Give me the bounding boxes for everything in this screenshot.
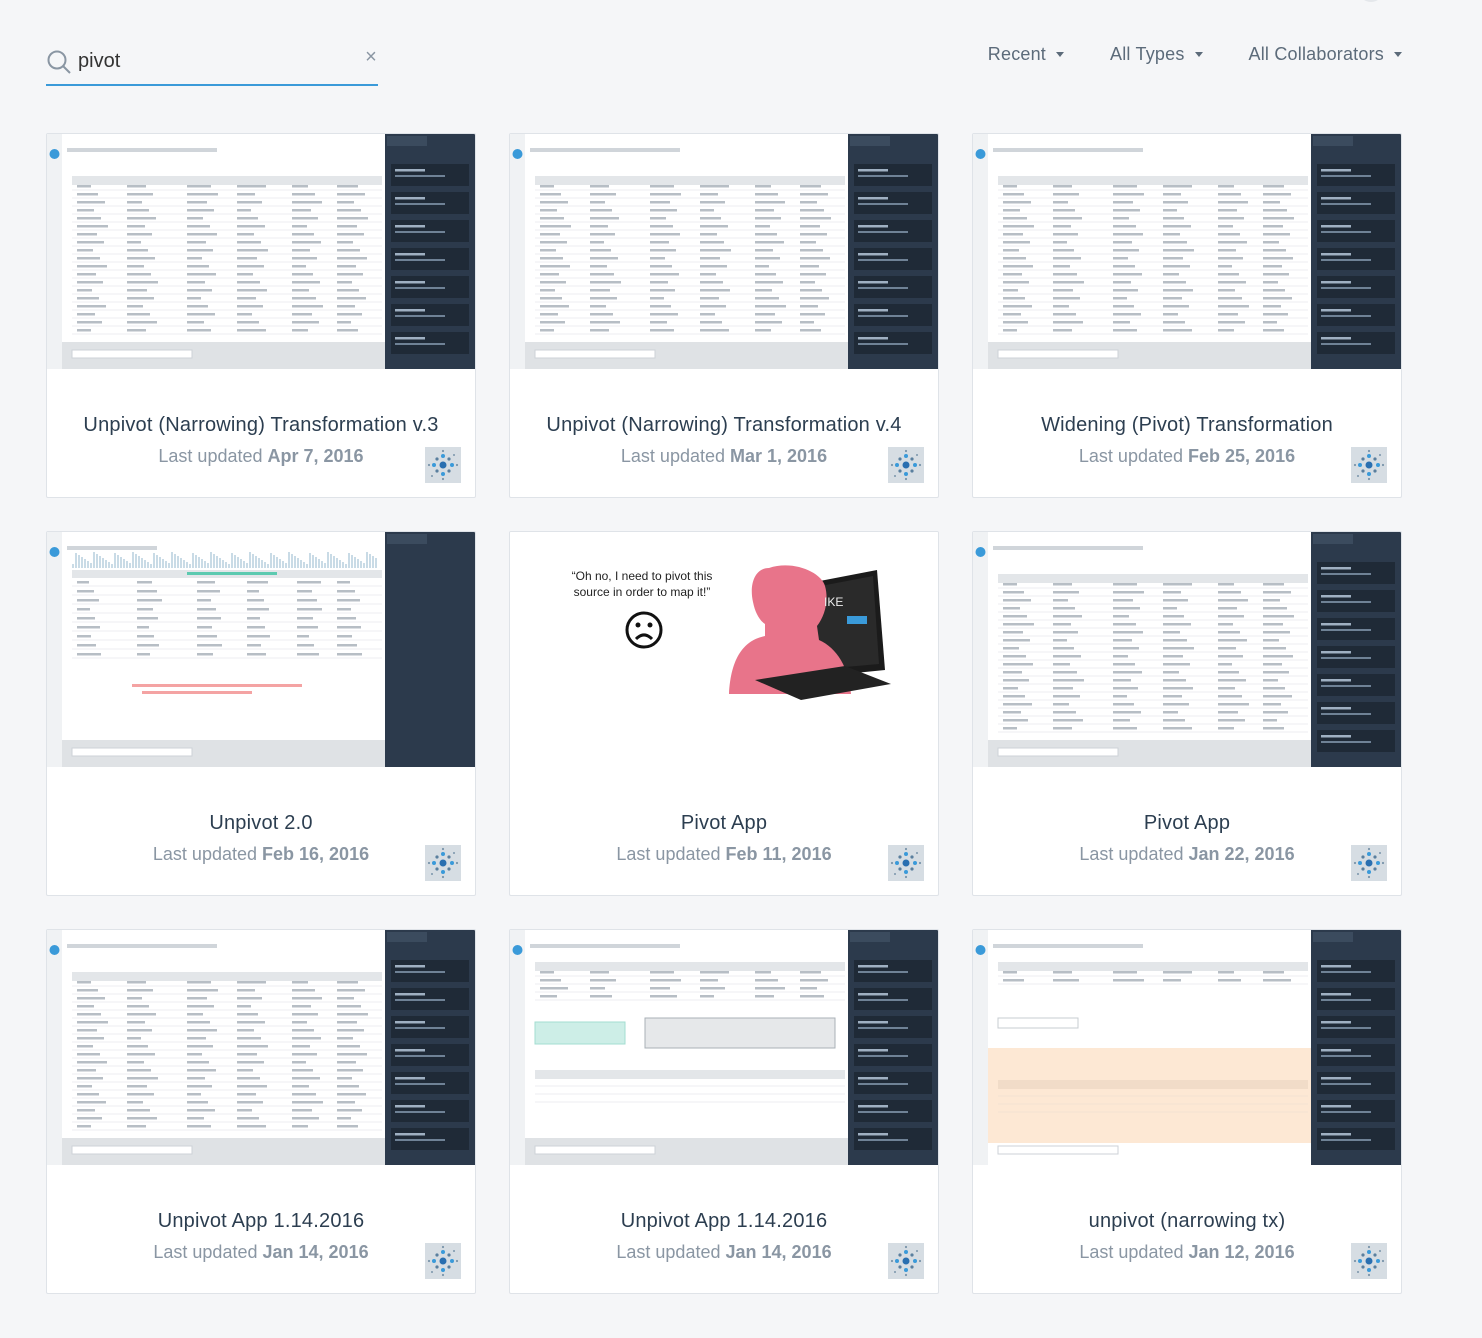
project-card[interactable]: Unpivot App 1.14.2016 Last updated Jan 1… [509, 929, 939, 1294]
project-thumbnail [510, 134, 938, 369]
last-updated: Last updated Feb 11, 2016 [510, 844, 938, 865]
last-updated: Last updated Apr 7, 2016 [47, 446, 475, 467]
last-updated: Last updated Jan 14, 2016 [510, 1242, 938, 1263]
last-updated-prefix: Last updated [1078, 446, 1183, 466]
last-updated-date: Feb 16, 2016 [262, 844, 370, 864]
owner-avatar-icon [425, 845, 461, 881]
last-updated-date: Jan 22, 2016 [1188, 844, 1295, 864]
filter-bar: Recent All Types All Collaborators [988, 44, 1402, 65]
project-title: Unpivot App 1.14.2016 [157, 1210, 365, 1232]
project-title: Widening (Pivot) Transformation [1041, 414, 1333, 436]
thumbnail-preview-graphic [47, 930, 475, 1165]
project-grid: Unpivot (Narrowing) Transformation v.3 L… [46, 133, 1402, 1294]
project-title: Unpivot App 1.14.2016 [620, 1210, 828, 1232]
last-updated-date: Mar 1, 2016 [730, 446, 828, 466]
last-updated: Last updated Jan 22, 2016 [973, 844, 1401, 865]
search-box: × [46, 40, 378, 86]
thumbnail-preview-graphic [973, 532, 1401, 767]
project-card[interactable]: Unpivot 2.0 Last updated Feb 16, 2016 [46, 531, 476, 896]
project-title: Unpivot (Narrowing) Transformation v.3 [83, 414, 439, 436]
project-card[interactable]: Widening (Pivot) Transformation Last upd… [972, 133, 1402, 498]
last-updated-prefix: Last updated [158, 446, 263, 466]
illustration-quote: “Oh no, I need to pivot this source in o… [571, 569, 713, 599]
project-thumbnail [973, 930, 1401, 1165]
project-card[interactable]: “Oh no, I need to pivot this source in o… [509, 531, 939, 896]
last-updated-date: Apr 7, 2016 [267, 446, 364, 466]
caret-down-icon [1394, 52, 1402, 57]
laptop-label: IKE [824, 595, 844, 609]
project-thumbnail [47, 134, 475, 369]
last-updated: Last updated Feb 25, 2016 [973, 446, 1401, 467]
project-title: unpivot (narrowing tx) [1088, 1210, 1286, 1232]
last-updated: Last updated Mar 1, 2016 [510, 446, 938, 467]
project-card[interactable]: Unpivot (Narrowing) Transformation v.3 L… [46, 133, 476, 498]
caret-down-icon [1194, 52, 1203, 57]
last-updated-prefix: Last updated [620, 446, 725, 466]
last-updated: Last updated Jan 12, 2016 [973, 1242, 1401, 1263]
last-updated-prefix: Last updated [616, 844, 721, 864]
last-updated-prefix: Last updated [1079, 844, 1184, 864]
project-thumbnail [973, 134, 1401, 369]
last-updated-date: Jan 14, 2016 [725, 1242, 832, 1262]
project-card[interactable]: unpivot (narrowing tx) Last updated Jan … [972, 929, 1402, 1294]
thumbnail-preview-graphic [47, 532, 475, 767]
collaborator-filter-dropdown[interactable]: All Collaborators [1249, 44, 1402, 65]
owner-avatar-icon [888, 845, 924, 881]
sort-recent-label: Recent [987, 44, 1047, 64]
project-thumbnail [973, 532, 1401, 767]
sad-face-icon [625, 611, 663, 649]
project-title: Unpivot (Narrowing) Transformation v.4 [546, 414, 902, 436]
project-card[interactable]: Unpivot (Narrowing) Transformation v.4 L… [509, 133, 939, 498]
corner-avatar-edge [1358, 0, 1384, 2]
owner-avatar-icon [1351, 1243, 1387, 1279]
sort-recent-dropdown[interactable]: Recent [987, 44, 1065, 65]
thumbnail-preview-graphic [47, 134, 475, 369]
project-thumbnail [47, 532, 475, 767]
last-updated-date: Feb 11, 2016 [725, 844, 832, 864]
clear-search-icon[interactable]: × [364, 47, 378, 67]
thumbnail-preview-graphic [973, 134, 1401, 369]
owner-avatar-icon [1351, 447, 1387, 483]
last-updated-prefix: Last updated [616, 1242, 721, 1262]
owner-avatar-icon [1351, 845, 1387, 881]
caret-down-icon [1056, 52, 1065, 57]
owner-avatar-icon [425, 1243, 461, 1279]
last-updated-prefix: Last updated [152, 844, 257, 864]
search-icon [47, 50, 71, 74]
type-filter-label: All Types [1110, 44, 1185, 64]
owner-avatar-icon [888, 447, 924, 483]
last-updated-prefix: Last updated [1079, 1242, 1184, 1262]
project-card[interactable]: Pivot App Last updated Jan 22, 2016 [972, 531, 1402, 896]
type-filter-dropdown[interactable]: All Types [1110, 44, 1203, 65]
project-title: Pivot App [1143, 812, 1231, 834]
project-thumbnail [47, 930, 475, 1165]
last-updated-date: Jan 14, 2016 [262, 1242, 369, 1262]
project-thumbnail: “Oh no, I need to pivot this source in o… [510, 532, 938, 767]
owner-avatar-icon [425, 447, 461, 483]
last-updated: Last updated Jan 14, 2016 [47, 1242, 475, 1263]
search-input[interactable] [78, 46, 348, 76]
owner-avatar-icon [888, 1243, 924, 1279]
thumbnail-preview-graphic [510, 134, 938, 369]
project-title: Pivot App [680, 812, 768, 834]
thumbnail-preview-graphic [510, 930, 938, 1165]
last-updated-date: Feb 25, 2016 [1188, 446, 1296, 466]
project-thumbnail [510, 930, 938, 1165]
last-updated-prefix: Last updated [153, 1242, 258, 1262]
collaborator-filter-label: All Collaborators [1248, 44, 1384, 64]
last-updated-date: Jan 12, 2016 [1188, 1242, 1295, 1262]
last-updated: Last updated Feb 16, 2016 [47, 844, 475, 865]
project-card[interactable]: Unpivot App 1.14.2016 Last updated Jan 1… [46, 929, 476, 1294]
thumbnail-preview-graphic [973, 930, 1401, 1165]
project-title: Unpivot 2.0 [209, 812, 313, 834]
person-with-laptop-illustration [729, 565, 891, 700]
